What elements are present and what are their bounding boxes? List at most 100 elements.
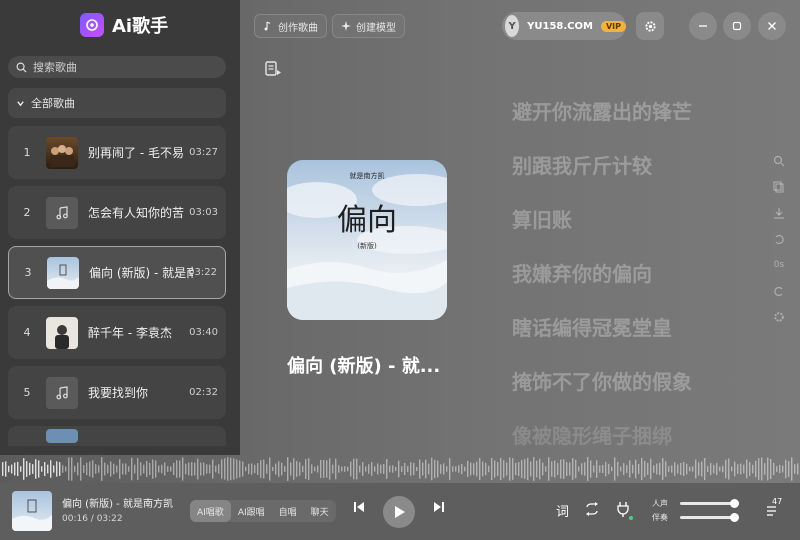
play-icon <box>395 506 405 518</box>
lyric-line: 我嫌弃你的偏向 <box>512 262 652 286</box>
plug-icon <box>617 502 629 517</box>
song-cover <box>46 136 78 169</box>
cover-title-text: 偏向 <box>337 203 397 238</box>
status-dot <box>629 516 633 520</box>
song-duration: 03:27 <box>189 147 218 158</box>
music-note-icon <box>264 21 271 31</box>
create-song-button[interactable]: 创作歌曲 <box>254 14 327 38</box>
song-title: 我要找到你 <box>88 386 149 400</box>
song-title: 偏向 (新版) - 就是南方凯 <box>89 266 193 280</box>
maximize-icon <box>732 21 742 31</box>
lyric-line: 瞎话编得冠冕堂皇 <box>512 316 672 340</box>
song-title: 别再闹了 - 毛不易 <box>88 146 184 160</box>
song-duration: 03:40 <box>189 327 218 338</box>
speed-label: 0s <box>773 260 785 270</box>
song-index: 4 <box>23 326 31 339</box>
lyric-line: 避开你流露出的锋芒 <box>512 100 692 124</box>
lyrics-toggle-button[interactable]: 词 <box>556 501 569 520</box>
song-title: 怎会有人知你的苦 <box>88 206 185 220</box>
player-song-title: 偏向 (新版) - 就是南方凯 <box>62 499 173 510</box>
accompaniment-slider[interactable] <box>680 513 739 522</box>
gear-icon <box>644 20 656 32</box>
plugin-button[interactable] <box>616 501 633 520</box>
undo-icon[interactable] <box>772 232 786 246</box>
sidebar: Ai歌手 全部歌曲 1 别再闹了 - 毛不易 03:27 2 <box>0 0 240 455</box>
sparkle-icon <box>341 21 351 31</box>
repeat-button[interactable] <box>584 501 600 517</box>
queue-count-badge: 47 <box>772 497 783 506</box>
next-button[interactable] <box>432 500 446 514</box>
vocal-slider[interactable] <box>680 499 739 508</box>
song-cover <box>47 256 79 289</box>
chevron-down-icon <box>17 100 24 106</box>
song-cover <box>46 429 78 443</box>
accompaniment-slider-knob[interactable] <box>730 513 739 522</box>
song-duration: 03:03 <box>189 207 218 218</box>
minimize-icon <box>699 25 707 27</box>
app-window: Ai歌手 全部歌曲 1 别再闹了 - 毛不易 03:27 2 <box>0 0 800 540</box>
lyrics-list: 避开你流露出的锋芒 别跟我斤斤计较 算旧账 我嫌弃你的偏向 瞎话编得冠冕堂皇 掩… <box>512 96 692 474</box>
song-duration: 03:22 <box>188 267 217 278</box>
lyric-line: 算旧账 <box>512 208 572 232</box>
create-model-button[interactable]: 创建模型 <box>332 14 405 38</box>
song-row-partial[interactable] <box>8 426 226 446</box>
user-account-pill[interactable]: Y YU158.COM VIP <box>502 12 626 40</box>
player-time: 00:16 / 03:22 <box>62 514 123 524</box>
accompaniment-label: 伴奏 <box>652 513 668 522</box>
search-icon <box>16 62 27 73</box>
settings-button[interactable] <box>636 12 664 40</box>
song-index: 5 <box>23 386 31 399</box>
cover-subtitle-text: (新版) <box>357 241 377 250</box>
song-cover <box>46 316 78 349</box>
gear-icon[interactable] <box>772 310 786 324</box>
search-input[interactable] <box>33 60 213 74</box>
song-duration: 02:32 <box>189 387 218 398</box>
search-icon[interactable] <box>772 154 786 168</box>
song-row[interactable]: 1 别再闹了 - 毛不易 03:27 <box>8 126 226 179</box>
song-title: 醉千年 - 李袁杰 <box>88 326 172 340</box>
mode-ai-follow[interactable]: AI跟唱 <box>231 500 272 522</box>
song-index: 2 <box>23 206 31 219</box>
song-index: 3 <box>24 266 32 279</box>
song-list: 1 别再闹了 - 毛不易 03:27 2 怎会有人知你的苦 03:03 3 偏向… <box>8 126 226 446</box>
avatar: Y <box>505 15 520 37</box>
close-button[interactable] <box>758 12 786 40</box>
song-group-header[interactable]: 全部歌曲 <box>8 88 226 118</box>
redo-icon[interactable] <box>772 284 786 298</box>
app-title: Ai歌手 <box>112 16 169 37</box>
now-playing-title: 偏向 (新版) - 就... <box>287 356 441 377</box>
song-row[interactable]: 5 我要找到你 02:32 <box>8 366 226 419</box>
vocal-label: 人声 <box>652 499 668 508</box>
maximize-button[interactable] <box>723 12 751 40</box>
skip-previous-icon <box>354 502 364 512</box>
lyrics-panel-icon[interactable] <box>264 60 282 82</box>
song-row-active[interactable]: 3 偏向 (新版) - 就是南方凯 03:22 <box>8 246 226 299</box>
audio-waveform[interactable] <box>0 455 800 483</box>
mode-self-sing[interactable]: 自唱 <box>272 500 304 522</box>
song-row[interactable]: 4 醉千年 - 李袁杰 03:40 <box>8 306 226 359</box>
play-button[interactable] <box>383 496 415 528</box>
vocal-slider-knob[interactable] <box>730 499 739 508</box>
player-cover <box>12 491 52 531</box>
mode-chat[interactable]: 聊天 <box>304 500 336 522</box>
player-bar: 偏向 (新版) - 就是南方凯 00:16 / 03:22 AI唱歌 AI跟唱 … <box>0 483 800 540</box>
repeat-icon <box>586 502 598 516</box>
album-cover: 就是南方凯 偏向 (新版) <box>287 160 447 320</box>
download-icon[interactable] <box>772 206 786 220</box>
search-box[interactable] <box>8 56 226 78</box>
song-row[interactable]: 2 怎会有人知你的苦 03:03 <box>8 186 226 239</box>
copy-icon[interactable] <box>772 180 786 194</box>
playlist-button[interactable] <box>766 505 780 517</box>
mode-ai-sing[interactable]: AI唱歌 <box>190 500 231 522</box>
username: YU158.COM <box>527 20 593 32</box>
skip-next-icon <box>434 502 444 512</box>
lyric-line: 别跟我斤斤计较 <box>512 154 652 178</box>
music-note-icon <box>46 196 78 229</box>
song-index: 1 <box>23 146 31 159</box>
previous-button[interactable] <box>352 500 366 514</box>
minimize-button[interactable] <box>689 12 717 40</box>
vip-badge: VIP <box>600 20 626 32</box>
music-note-icon <box>46 376 78 409</box>
create-song-label: 创作歌曲 <box>278 22 318 34</box>
cover-artist-text: 就是南方凯 <box>350 171 385 180</box>
